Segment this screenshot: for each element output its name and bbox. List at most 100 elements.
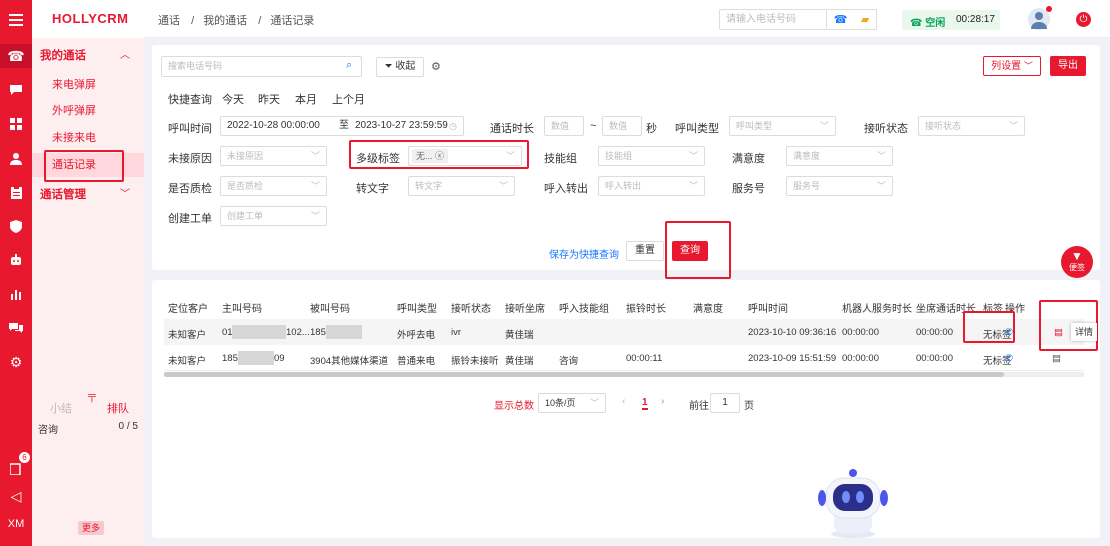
icon-rail: ☎ ⚙ 6 ◁ XM bbox=[0, 0, 32, 546]
call-type-label: 呼叫类型 bbox=[675, 123, 719, 135]
bookmark-icon: ▼ bbox=[1071, 249, 1083, 263]
more-button[interactable]: 更多 bbox=[78, 521, 104, 535]
gear-icon[interactable]: ⚙ bbox=[431, 60, 441, 73]
user-initials[interactable]: XM bbox=[0, 518, 32, 530]
breadcrumb-item: 通话记录 bbox=[270, 15, 315, 27]
qc-label: 是否质检 bbox=[168, 183, 212, 195]
column-settings-button[interactable]: 列设置 ﹀ bbox=[983, 56, 1041, 76]
tilde-separator: ~ bbox=[590, 120, 597, 132]
settings-icon[interactable]: ⚙ bbox=[0, 350, 32, 374]
col-header: 满意度 bbox=[693, 304, 723, 315]
robot-assistant[interactable] bbox=[818, 464, 888, 538]
clipboard-icon[interactable] bbox=[0, 180, 32, 204]
close-icon[interactable]: ⓧ bbox=[435, 151, 444, 161]
power-icon[interactable]: ⏻ bbox=[1076, 12, 1091, 27]
duration-min-input[interactable]: 数值 bbox=[544, 116, 584, 136]
reset-button[interactable]: 重置 bbox=[626, 241, 664, 261]
export-button[interactable]: 导出 bbox=[1050, 56, 1086, 76]
satisfaction-select[interactable]: 满意度 ﹀ bbox=[786, 146, 893, 166]
transfer-label: 呼入转出 bbox=[544, 183, 588, 195]
sms-icon[interactable]: ▰ bbox=[861, 13, 869, 26]
seconds-unit: 秒 bbox=[646, 123, 657, 135]
pin-icon[interactable]: ╤ bbox=[88, 390, 96, 402]
save-quick-query-link[interactable]: 保存为快捷查询 bbox=[549, 246, 619, 261]
contact-icon[interactable] bbox=[0, 146, 32, 170]
search-phone-input[interactable]: 搜索电话号码 bbox=[161, 56, 362, 77]
table-row[interactable]: 未知客户 185 09 3904其他媒体渠道 普通来电 振铃未接听 黄佳瑞 咨询… bbox=[164, 345, 1084, 371]
horizontal-scrollbar[interactable] bbox=[164, 372, 1084, 377]
dial-icon[interactable]: ☎ bbox=[834, 13, 848, 26]
tag-chip: 无... ⓧ bbox=[412, 149, 449, 163]
skill-group-select[interactable]: 技能组 ﹀ bbox=[598, 146, 705, 166]
top-header: 通话 / 我的通话 / 通话记录 请输入电话号码 ☎ ▰ ☎ 空闲 00:28:… bbox=[144, 0, 1110, 38]
quick-last-month[interactable]: 上个月 bbox=[332, 91, 365, 107]
col-header: 定位客户 bbox=[168, 304, 208, 315]
notification-dot bbox=[1046, 6, 1052, 12]
detail-icon[interactable]: ▤ bbox=[1052, 353, 1061, 364]
goto-page-input[interactable]: 1 bbox=[710, 393, 740, 413]
call-timer: 00:28:17 bbox=[956, 14, 995, 25]
sidebar-group-call-management[interactable]: 通话管理 ﹀ bbox=[32, 184, 144, 206]
tab-queue[interactable]: 排队 bbox=[107, 400, 129, 416]
phone-icon[interactable]: ☎ bbox=[0, 44, 32, 68]
scroll-thumb[interactable] bbox=[164, 372, 1004, 377]
col-header: 主叫号码 bbox=[222, 304, 262, 315]
search-icon[interactable]: ⌕ bbox=[346, 59, 352, 72]
quick-this-month[interactable]: 本月 bbox=[295, 91, 317, 107]
grid-icon[interactable] bbox=[0, 112, 32, 136]
redacted bbox=[238, 351, 274, 365]
messages-icon[interactable] bbox=[0, 316, 32, 340]
tab-summary[interactable]: 小结 bbox=[50, 400, 72, 416]
current-page[interactable]: 1 bbox=[642, 397, 648, 410]
agent-status[interactable]: ☎ 空闲 00:28:17 bbox=[902, 10, 1000, 30]
col-header: 呼叫时间 bbox=[748, 304, 788, 315]
quick-today[interactable]: 今天 bbox=[222, 91, 244, 107]
menu-icon[interactable] bbox=[0, 8, 32, 32]
notebook-icon[interactable]: 6 bbox=[0, 452, 32, 480]
service-no-select[interactable]: 服务号 ﹀ bbox=[786, 176, 893, 196]
prev-page-icon[interactable]: ‹ bbox=[622, 396, 625, 407]
note-fab[interactable]: ▼ 便签 bbox=[1061, 246, 1093, 278]
duration-max-input[interactable]: 数值 bbox=[602, 116, 642, 136]
transfer-select[interactable]: 呼入转出 ﹀ bbox=[598, 176, 705, 196]
status-label: ☎ 空闲 bbox=[910, 18, 946, 29]
chat-icon[interactable] bbox=[0, 78, 32, 102]
date-range-picker[interactable]: 2022-10-28 00:00:00 至 2023-10-27 23:59:5… bbox=[220, 116, 464, 136]
chevron-down-icon: ﹀ bbox=[876, 151, 886, 161]
transcribe-select[interactable]: 转文字 ﹀ bbox=[408, 176, 515, 196]
ticket-select[interactable]: 创建工单 ﹀ bbox=[220, 206, 327, 226]
breadcrumb-item[interactable]: 通话 bbox=[158, 15, 180, 27]
dial-buttons: ☎ ▰ bbox=[827, 9, 877, 30]
sidebar-item-outbound-popup[interactable]: 外呼弹屏 bbox=[32, 99, 144, 123]
col-header: 接听坐席 bbox=[505, 304, 545, 315]
chevron-down-icon: ﹀ bbox=[688, 181, 698, 191]
phone-number-input[interactable]: 请输入电话号码 bbox=[719, 9, 827, 30]
queue-count: 0 / 5 bbox=[118, 421, 138, 432]
qc-select[interactable]: 是否质检 ﹀ bbox=[220, 176, 327, 196]
next-page-icon[interactable]: › bbox=[661, 396, 664, 407]
avatar[interactable] bbox=[1028, 6, 1052, 30]
call-type-select[interactable]: 呼叫类型 ﹀ bbox=[729, 116, 836, 136]
call-icon[interactable]: ✆ bbox=[1005, 353, 1013, 364]
bar-chart-icon[interactable] bbox=[0, 282, 32, 306]
redacted bbox=[326, 325, 362, 339]
shield-icon[interactable] bbox=[0, 214, 32, 238]
sidebar-group-my-calls[interactable]: 我的通话 ︿ bbox=[32, 45, 144, 67]
breadcrumb-item[interactable]: 我的通话 bbox=[203, 15, 247, 27]
multi-tag-select[interactable]: 无... ⓧ ﹀ bbox=[408, 146, 522, 166]
page-size-select[interactable]: 10条/页 ﹀ bbox=[538, 393, 606, 413]
answer-state-select[interactable]: 接听状态 ﹀ bbox=[918, 116, 1025, 136]
megaphone-icon[interactable]: ◁ bbox=[0, 484, 32, 508]
robot-icon[interactable] bbox=[0, 248, 32, 272]
answer-state-label: 接听状态 bbox=[864, 123, 908, 135]
service-no-label: 服务号 bbox=[732, 183, 765, 195]
missed-reason-select[interactable]: 未接原因 ﹀ bbox=[220, 146, 327, 166]
collapse-button[interactable]: ⏷ 收起 bbox=[376, 57, 424, 77]
table-row[interactable]: 未知客户 01 102... 185 外呼去电 ivr 黄佳瑞 2023-10-… bbox=[164, 319, 1084, 345]
multi-tag-label: 多级标签 bbox=[356, 153, 400, 165]
sidebar-item-missed-calls[interactable]: 未接来电 bbox=[32, 126, 144, 150]
sidebar-item-inbound-popup[interactable]: 来电弹屏 bbox=[32, 73, 144, 97]
query-button[interactable]: 查询 bbox=[672, 241, 708, 261]
sidebar-bottom-tabs: ╤ 小结 排队 bbox=[32, 390, 144, 416]
quick-yesterday[interactable]: 昨天 bbox=[258, 91, 280, 107]
